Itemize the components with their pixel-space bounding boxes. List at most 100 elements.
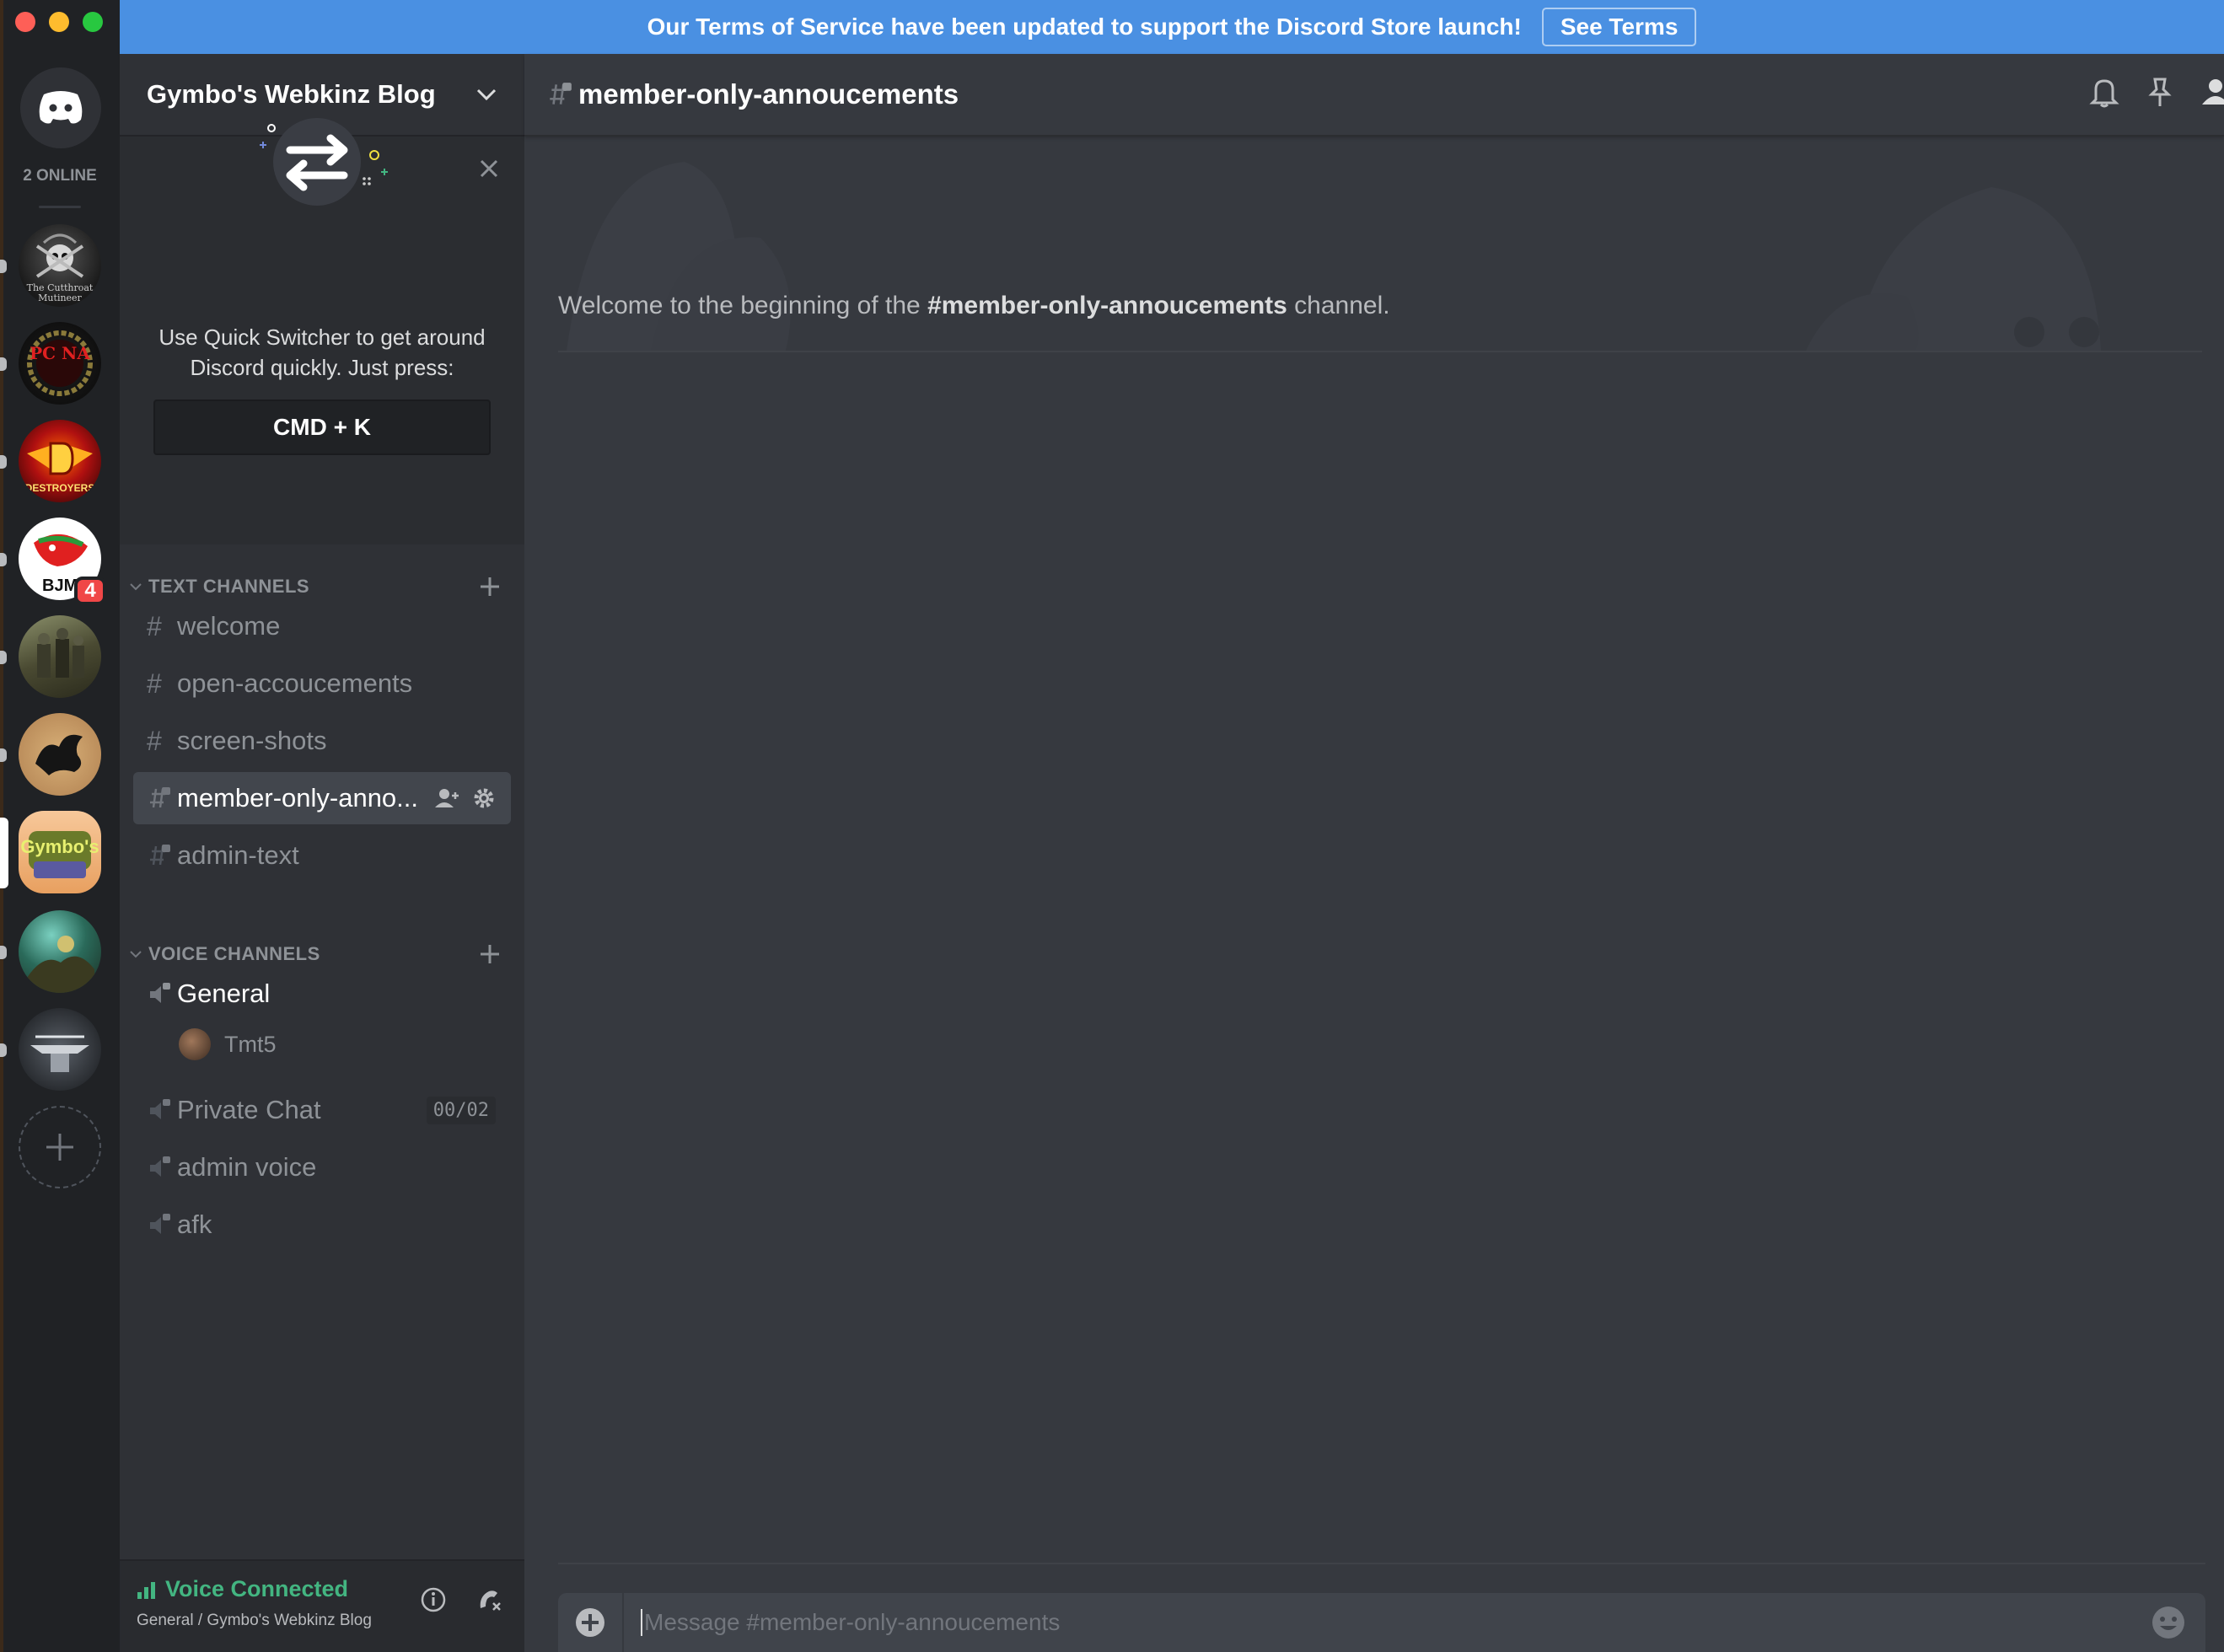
- unread-pip: [0, 455, 7, 469]
- voice-channel-admin-voice[interactable]: admin voice: [133, 1141, 511, 1193]
- channel-welcome[interactable]: # welcome: [133, 600, 511, 652]
- voice-user-name: Tmt5: [224, 1031, 277, 1057]
- category-text-channels[interactable]: TEXT CHANNELS: [120, 570, 524, 603]
- voice-channel-private-chat[interactable]: Private Chat 00/02: [133, 1084, 511, 1136]
- channel-label: open-accoucements: [177, 668, 413, 698]
- server-icon-warriors[interactable]: [19, 615, 101, 698]
- guild-name: Gymbo's Webkinz Blog: [147, 79, 436, 109]
- chevron-down-icon: [130, 951, 142, 958]
- voice-channel-afk[interactable]: afk: [133, 1199, 511, 1251]
- category-voice-channels[interactable]: VOICE CHANNELS: [120, 937, 524, 971]
- channel-label: Private Chat: [177, 1095, 321, 1124]
- create-invite-icon[interactable]: [435, 787, 460, 809]
- banner-text: Our Terms of Service have been updated t…: [647, 13, 1522, 40]
- server-icon-fantasy[interactable]: [19, 910, 101, 993]
- emoji-icon[interactable]: [2150, 1604, 2187, 1641]
- upload-button[interactable]: [558, 1593, 624, 1652]
- server-label: DESTROYERS: [24, 482, 95, 494]
- info-icon[interactable]: [420, 1586, 447, 1613]
- channel-label: General: [177, 979, 271, 1008]
- unread-pip: [0, 946, 7, 959]
- locked-speaker-icon: [150, 983, 170, 1003]
- mech-emblem-icon: [30, 1035, 89, 1072]
- composer-divider: [558, 1563, 2205, 1564]
- locked-speaker-icon: [150, 1214, 170, 1234]
- zoom-window-button[interactable]: [83, 12, 103, 32]
- channel-welcome-banner: Welcome to the beginning of the #member-…: [558, 137, 2202, 352]
- unread-pip: [0, 553, 7, 566]
- tos-banner: Our Terms of Service have been updated t…: [120, 0, 2224, 54]
- server-label: The Cutthroat Mutineer: [26, 282, 94, 303]
- channel-title: member-only-annoucements: [578, 78, 959, 110]
- channel-label: admin voice: [177, 1152, 317, 1182]
- minimize-window-button[interactable]: [49, 12, 69, 32]
- voice-status-text: Voice Connected: [165, 1576, 349, 1601]
- server-icon-dragon[interactable]: [19, 713, 101, 796]
- pin-icon[interactable]: [2148, 76, 2172, 108]
- locked-speaker-icon: [150, 1099, 170, 1119]
- voice-location[interactable]: General / Gymbo's Webkinz Blog: [137, 1612, 372, 1630]
- close-icon: [480, 159, 498, 178]
- armored-warriors-icon: [37, 628, 84, 678]
- voice-status[interactable]: Voice Connected: [137, 1576, 348, 1602]
- welcome-channel-name: #member-only-annoucements: [927, 292, 1287, 319]
- unread-pip: [0, 748, 7, 762]
- gear-icon[interactable]: [472, 786, 496, 810]
- voice-channel-general[interactable]: General: [133, 968, 511, 1020]
- category-label: TEXT CHANNELS: [148, 576, 310, 597]
- voice-user[interactable]: Tmt5: [179, 1023, 277, 1065]
- create-channel-icon[interactable]: [479, 576, 501, 598]
- user-limit-badge: 00/02: [426, 1096, 496, 1124]
- channel-open-accoucements[interactable]: # open-accoucements: [133, 657, 511, 710]
- server-label: BJM: [42, 577, 78, 595]
- home-button[interactable]: [20, 67, 101, 148]
- locked-speaker-icon: [150, 1156, 170, 1177]
- server-icon-pcna[interactable]: PC NA: [19, 322, 101, 405]
- mention-badge: 4: [74, 577, 106, 605]
- server-icon-destroyers[interactable]: DESTROYERS: [19, 420, 101, 502]
- see-terms-button[interactable]: See Terms: [1541, 8, 1697, 46]
- voice-connected-panel: Voice Connected General / Gymbo's Webkin…: [120, 1559, 524, 1652]
- avatar: [179, 1028, 211, 1060]
- chevron-down-icon: [130, 583, 142, 591]
- channel-label: afk: [177, 1210, 212, 1239]
- locked-hash-icon: [150, 845, 170, 866]
- signal-bars-icon: [137, 1581, 155, 1599]
- channel-label: member-only-anno...: [177, 783, 419, 813]
- active-server-pill: [0, 818, 8, 888]
- server-label: PC NA: [30, 343, 90, 363]
- server-icon-gymbos[interactable]: Gymbo's: [19, 811, 101, 893]
- rail-separator: [39, 206, 81, 208]
- welcome-message: Welcome to the beginning of the #member-…: [558, 292, 1390, 320]
- channel-label: screen-shots: [177, 726, 327, 755]
- server-label: Gymbo's: [20, 836, 99, 857]
- chat-header: member-only-annoucements: [524, 54, 2224, 137]
- close-window-button[interactable]: [15, 12, 35, 32]
- create-channel-icon[interactable]: [479, 943, 501, 965]
- fantasy-scene-icon: [27, 936, 94, 993]
- close-tip-button[interactable]: [479, 158, 499, 183]
- channel-member-only-annoucements[interactable]: member-only-anno...: [133, 772, 511, 824]
- locked-hash-icon: [550, 83, 572, 105]
- channel-admin-text[interactable]: admin-text: [133, 829, 511, 882]
- welcome-suffix: channel.: [1287, 292, 1390, 319]
- dragon-silhouette-icon: [35, 734, 83, 775]
- switch-arrows-icon: [260, 118, 388, 206]
- discord-logo-icon: [39, 91, 83, 124]
- hash-icon: #: [147, 725, 162, 756]
- message-composer: Message #member-only-annoucements: [558, 1593, 2205, 1652]
- bell-icon[interactable]: [2089, 76, 2119, 108]
- message-input[interactable]: Message #member-only-annoucements: [641, 1609, 2150, 1636]
- server-icon-cutthroat[interactable]: The Cutthroat Mutineer: [19, 224, 101, 307]
- add-server-button[interactable]: [19, 1106, 101, 1188]
- server-rail: 2 ONLINE The Cutthroat Mutineer PC NA DE…: [0, 0, 120, 1652]
- plus-icon: [46, 1134, 73, 1161]
- channel-screen-shots[interactable]: # screen-shots: [133, 715, 511, 767]
- add-circle-icon: [576, 1608, 604, 1637]
- disconnect-icon[interactable]: [475, 1586, 502, 1613]
- chat-area: member-only-annoucements Welcome to the …: [524, 54, 2224, 1652]
- shortcut-key: CMD + K: [153, 400, 491, 455]
- member-list-icon[interactable]: [2200, 76, 2224, 108]
- server-icon-mech[interactable]: [19, 1008, 101, 1091]
- locked-hash-icon: [150, 787, 170, 808]
